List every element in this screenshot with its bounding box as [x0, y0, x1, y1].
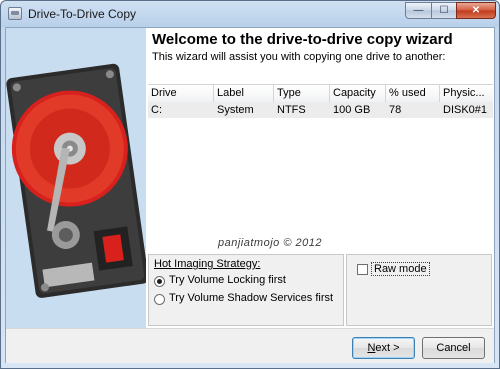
next-button[interactable]: Next >: [352, 337, 415, 359]
hot-imaging-title: Hot Imaging Strategy:: [154, 258, 261, 270]
page-description: This wizard will assist you with copying…: [152, 51, 446, 63]
window-title: Drive-To-Drive Copy: [28, 7, 137, 21]
volume-locking-radio[interactable]: [154, 276, 165, 287]
column-type[interactable]: Type: [274, 85, 330, 102]
close-button[interactable]: ✕: [456, 2, 496, 19]
volume-locking-label[interactable]: Try Volume Locking first: [169, 274, 286, 286]
column-capacity[interactable]: Capacity: [330, 85, 386, 102]
raw-mode-label[interactable]: Raw mode: [371, 262, 430, 276]
cell-drive: C:: [151, 104, 162, 116]
watermark-text: panjiatmojo © 2012: [218, 237, 322, 249]
cancel-button-label: Cancel: [436, 342, 471, 354]
table-row[interactable]: C: System NTFS 100 GB 78 DISK0#1: [148, 102, 493, 118]
raw-mode-group: Raw mode: [346, 254, 492, 326]
cell-percent-used: 78: [389, 104, 402, 116]
volume-shadow-label[interactable]: Try Volume Shadow Services first: [169, 292, 333, 304]
hard-disk-illustration: [6, 28, 146, 328]
cell-physical: DISK0#1: [443, 104, 488, 116]
drive-list-header: Drive Label Type Capacity % used Physic.…: [148, 85, 493, 103]
hot-imaging-group: Hot Imaging Strategy: Try Volume Locking…: [148, 254, 344, 326]
minimize-button[interactable]: —: [405, 2, 432, 19]
hard-disk-image: [6, 63, 146, 298]
maximize-button[interactable]: ☐: [431, 2, 457, 19]
cell-label: System: [217, 104, 254, 116]
title-bar[interactable]: Drive-To-Drive Copy — ☐ ✕: [1, 1, 499, 27]
cancel-button[interactable]: Cancel: [422, 337, 485, 359]
page-title: Welcome to the drive-to-drive copy wizar…: [152, 31, 453, 48]
wizard-client-area: Welcome to the drive-to-drive copy wizar…: [5, 27, 495, 363]
wizard-footer: Next > Cancel: [6, 328, 494, 363]
drive-list[interactable]: Drive Label Type Capacity % used Physic.…: [148, 84, 493, 255]
column-label[interactable]: Label: [214, 85, 274, 102]
wizard-content: Welcome to the drive-to-drive copy wizar…: [146, 28, 494, 328]
wizard-window: Drive-To-Drive Copy — ☐ ✕ Welcome to the…: [0, 0, 500, 369]
column-percent-used[interactable]: % used: [386, 85, 440, 102]
column-drive[interactable]: Drive: [148, 85, 214, 102]
volume-shadow-radio[interactable]: [154, 294, 165, 305]
raw-mode-checkbox[interactable]: [357, 264, 368, 275]
next-button-label: Next >: [367, 342, 400, 354]
cell-type: NTFS: [277, 104, 306, 116]
column-physical[interactable]: Physic...: [440, 85, 493, 102]
drive-icon: [8, 7, 22, 20]
cell-capacity: 100 GB: [333, 104, 371, 116]
